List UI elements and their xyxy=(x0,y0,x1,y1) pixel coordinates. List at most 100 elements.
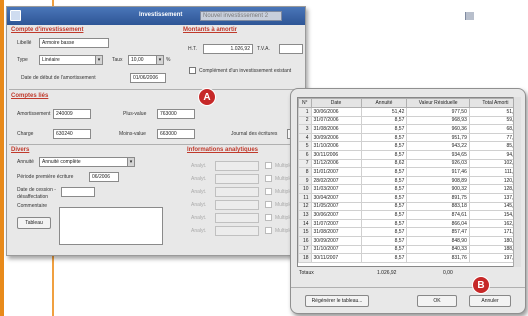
chevron-down-icon[interactable]: ▾ xyxy=(95,56,102,64)
col-header-date[interactable]: Date xyxy=(310,98,362,108)
type-label: Type xyxy=(17,57,28,63)
tableau-button[interactable]: Tableau xyxy=(17,217,51,229)
row-date: 28/02/2007 xyxy=(310,175,362,186)
row-date: 30/09/2007 xyxy=(310,235,362,246)
col-header-valeur[interactable]: Valeur Résiduelle xyxy=(406,98,470,108)
row-valeur: 977,50 xyxy=(406,107,470,117)
row-valeur: 943,22 xyxy=(406,141,470,151)
table-row[interactable]: 630/11/20068,57934,6594,27 xyxy=(298,149,520,160)
ht-label: H.T. xyxy=(188,46,197,52)
taux-select[interactable]: 10,00 ▾ xyxy=(128,55,164,65)
charge-field[interactable]: 630240 xyxy=(53,129,91,139)
table-row[interactable]: 531/10/20068,57943,2285,70 xyxy=(298,141,520,151)
table-row[interactable]: 17 31/10/2007 8,57 840,33 188,59 xyxy=(298,244,520,255)
libelle-field[interactable]: Armoire basse xyxy=(39,38,109,48)
col-header-annuite[interactable]: Annuité xyxy=(360,98,408,108)
vertical-scrollbar[interactable] xyxy=(513,97,521,267)
montants-section-title: Montants à amortir xyxy=(183,27,238,33)
investissement-select[interactable]: Nouvel investissement 2 xyxy=(200,11,474,21)
row-num: 4 xyxy=(298,132,312,143)
chevron-down-icon[interactable] xyxy=(465,12,474,20)
divider xyxy=(291,287,525,288)
row-num: 12 xyxy=(298,201,312,212)
multiple-checkbox[interactable] xyxy=(265,201,272,208)
row-annuite: 8,57 xyxy=(360,235,408,246)
row-valeur: 934,65 xyxy=(406,149,470,160)
row-date: 30/06/2006 xyxy=(310,107,362,117)
col-header-num[interactable]: N° xyxy=(298,98,312,108)
row-date: 30/09/2006 xyxy=(310,132,362,143)
analytique-field[interactable] xyxy=(215,174,259,184)
chevron-down-icon[interactable]: ▾ xyxy=(127,158,134,166)
totals-valeur: 0,00 xyxy=(443,270,453,276)
row-date: 30/11/2007 xyxy=(310,253,362,263)
periode-field[interactable]: 06/2006 xyxy=(89,172,119,182)
analytique-field[interactable] xyxy=(215,200,259,210)
row-annuite: 8,57 xyxy=(360,132,408,143)
analytique-field[interactable] xyxy=(215,226,259,236)
table-row[interactable]: 430/09/20068,57951,7977,13 xyxy=(298,132,520,143)
commentaire-textarea[interactable] xyxy=(59,207,163,245)
taux-percent-label: % xyxy=(166,57,171,63)
multiple-checkbox[interactable] xyxy=(265,227,272,234)
row-num: 17 xyxy=(298,244,312,255)
investment-window: Investissement Nouvel investissement 2 C… xyxy=(6,6,474,256)
tva-label: T.V.A. xyxy=(257,46,270,52)
ht-field[interactable]: 1.026,92 xyxy=(203,44,253,54)
row-num: 13 xyxy=(298,210,312,220)
row-date: 31/08/2006 xyxy=(310,124,362,134)
row-valeur: 960,36 xyxy=(406,124,470,134)
row-date: 31/07/2006 xyxy=(310,115,362,126)
type-select[interactable]: Linéaire ▾ xyxy=(39,55,103,65)
table-row[interactable]: 7 31/12/2006 8,62 926,03 102,89 xyxy=(298,158,520,169)
cession-field[interactable] xyxy=(61,187,95,197)
tva-field[interactable] xyxy=(279,44,303,54)
table-row[interactable]: 9 28/02/2007 8,57 908,89 120,03 xyxy=(298,175,520,186)
row-date: 31/10/2006 xyxy=(310,141,362,151)
analytique-field[interactable] xyxy=(215,187,259,197)
table-row[interactable]: 13 30/06/2007 8,57 874,61 154,31 xyxy=(298,210,520,220)
analytiques-section-title: Informations analytiques xyxy=(187,147,259,153)
row-valeur: 866,04 xyxy=(406,218,470,229)
analytique-field[interactable] xyxy=(215,213,259,223)
table-row[interactable]: 11 30/04/2007 8,57 891,75 137,17 xyxy=(298,192,520,203)
chevron-down-icon[interactable]: ▾ xyxy=(156,56,163,64)
row-date: 31/03/2007 xyxy=(310,184,362,194)
table-row[interactable]: 231/07/20068,57968,9359,99 xyxy=(298,115,520,126)
plus-value-field[interactable]: 763000 xyxy=(157,109,195,119)
table-row[interactable]: 14 31/07/2007 8,57 866,04 162,88 xyxy=(298,218,520,229)
table-row[interactable]: 331/08/20068,57960,3668,56 xyxy=(298,124,520,134)
regenerate-table-button[interactable]: Régénérer le tableau... xyxy=(305,295,369,307)
amortissement-field[interactable]: 240009 xyxy=(53,109,91,119)
comptes-lies-section-title: Comptes liés xyxy=(11,93,49,99)
table-row[interactable]: 8 31/01/2007 8,57 917,46 111,46 xyxy=(298,167,520,177)
table-row[interactable]: 10 31/03/2007 8,57 900,32 128,60 xyxy=(298,184,520,194)
row-num: 18 xyxy=(298,253,312,263)
table-row[interactable]: 130/06/200651,42977,5051,42 xyxy=(298,107,520,117)
row-valeur: 926,03 xyxy=(406,158,470,169)
multiple-checkbox[interactable] xyxy=(265,188,272,195)
table-row[interactable]: 12 31/05/2007 8,57 883,18 145,74 xyxy=(298,201,520,212)
totals-label: Totaux xyxy=(299,270,314,276)
multiple-checkbox[interactable] xyxy=(265,175,272,182)
multiple-checkbox[interactable] xyxy=(265,162,272,169)
analytique-field[interactable] xyxy=(215,161,259,171)
annuite-select[interactable]: Annuité complète ▾ xyxy=(39,157,135,167)
analytique-label: Analyt. xyxy=(191,202,207,208)
table-row[interactable]: 18 30/11/2007 8,57 831,76 197,16 xyxy=(298,253,520,263)
moins-value-field[interactable]: 663000 xyxy=(157,129,195,139)
table-row[interactable]: 15 31/08/2007 8,57 857,47 171,45 xyxy=(298,227,520,237)
row-date: 31/08/2007 xyxy=(310,227,362,237)
cancel-button[interactable]: Annuler xyxy=(469,295,511,307)
analytique-label: Analyt. xyxy=(191,176,207,182)
plus-value-label: Plus-value xyxy=(123,111,147,117)
table-row[interactable]: 16 30/09/2007 8,57 848,90 180,02 xyxy=(298,235,520,246)
complement-checkbox[interactable] xyxy=(189,67,196,74)
row-annuite: 8,57 xyxy=(360,218,408,229)
ok-button[interactable]: OK xyxy=(417,295,457,307)
multiple-checkbox[interactable] xyxy=(265,214,272,221)
orange-margin-rule xyxy=(0,0,4,316)
date-debut-field[interactable]: 01/06/2006 xyxy=(130,73,166,83)
floppy-disk-icon[interactable] xyxy=(10,10,21,21)
row-date: 30/04/2007 xyxy=(310,192,362,203)
